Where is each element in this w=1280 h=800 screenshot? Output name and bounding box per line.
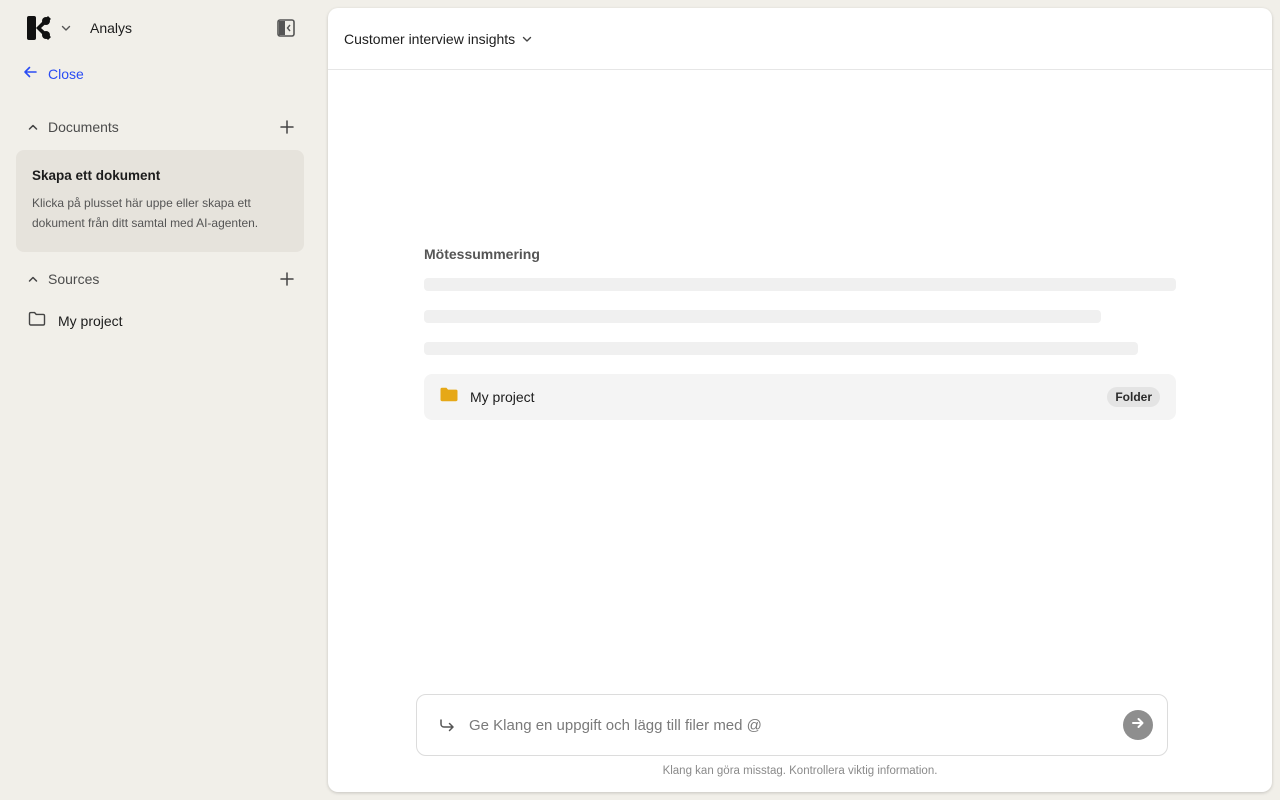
documents-empty-state: Skapa ett dokument Klicka på plusset här… <box>16 150 304 252</box>
sources-section-header[interactable]: Sources <box>26 268 296 290</box>
workspace-name: Analys <box>90 20 133 36</box>
close-label: Close <box>48 66 84 82</box>
arrow-left-icon <box>22 64 38 85</box>
app-root: Analys Close Documents Skapa ett dokumen… <box>0 0 1280 800</box>
arrow-right-icon <box>1131 716 1145 735</box>
workspace-switcher-chevron-icon[interactable] <box>60 22 72 34</box>
chevron-up-icon[interactable] <box>26 120 40 134</box>
folder-outline-icon <box>28 311 46 332</box>
document-content: Mötessummering My project Folder <box>424 246 1176 420</box>
loading-skeleton-group <box>424 278 1176 355</box>
main-header: Customer interview insights <box>328 8 1272 70</box>
section-heading: Mötessummering <box>424 246 540 262</box>
app-logo-icon[interactable] <box>26 15 52 41</box>
sidebar-source-my-project[interactable]: My project <box>28 310 123 332</box>
empty-state-title: Skapa ett dokument <box>32 168 161 183</box>
folder-type-badge: Folder <box>1107 387 1160 407</box>
collapse-sidebar-icon[interactable] <box>276 18 296 38</box>
folder-reference-card[interactable]: My project Folder <box>424 374 1176 420</box>
document-title: Customer interview insights <box>344 30 516 47</box>
documents-section-header[interactable]: Documents <box>26 116 296 138</box>
source-item-label: My project <box>58 313 123 329</box>
sources-section-title: Sources <box>48 271 100 287</box>
documents-section-title: Documents <box>48 119 119 135</box>
sidebar-topbar: Analys <box>26 16 296 40</box>
close-button[interactable]: Close <box>22 64 84 84</box>
loading-skeleton-line <box>424 342 1139 355</box>
document-title-dropdown[interactable]: Customer interview insights <box>344 31 533 47</box>
chevron-up-icon[interactable] <box>26 272 40 286</box>
chat-composer <box>416 694 1168 756</box>
main-panel: Customer interview insights Mötessummeri… <box>328 8 1272 792</box>
empty-state-body: Klicka på plusset här uppe eller skapa e… <box>32 196 259 230</box>
add-source-plus-icon[interactable] <box>278 270 296 288</box>
folder-card-name: My project <box>470 389 535 405</box>
loading-skeleton-line <box>424 278 1176 291</box>
sidebar: Analys Close Documents Skapa ett dokumen… <box>0 0 320 800</box>
chat-input[interactable] <box>469 716 1123 734</box>
folder-filled-icon <box>440 387 458 407</box>
ai-disclaimer: Klang kan göra misstag. Kontrollera vikt… <box>662 765 938 777</box>
reply-arrow-icon[interactable] <box>437 715 457 735</box>
send-button[interactable] <box>1123 710 1153 740</box>
loading-skeleton-line <box>424 310 1101 323</box>
add-document-plus-icon[interactable] <box>278 118 296 136</box>
chevron-down-icon <box>521 33 533 45</box>
